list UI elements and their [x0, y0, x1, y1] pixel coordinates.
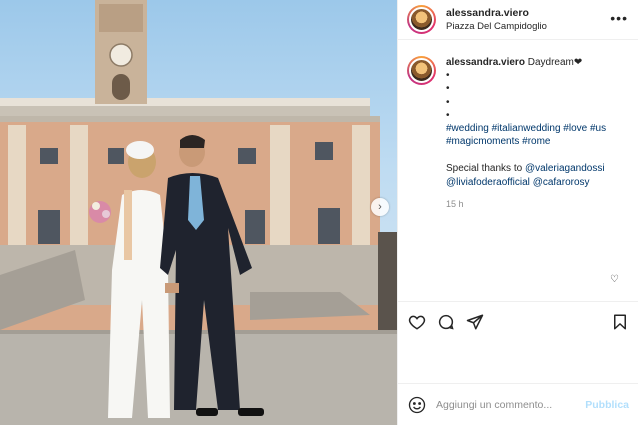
caption-thanks: Special thanks to @valeriagandossi @livia… [446, 162, 628, 188]
wedding-photo-illustration [0, 0, 397, 425]
caption-text: Daydream❤ [527, 57, 583, 68]
emoji-icon[interactable] [408, 396, 426, 414]
caption-bullet: • [446, 83, 450, 95]
heart-icon[interactable]: ♡ [610, 274, 619, 285]
more-horizontal-icon[interactable]: ••• [610, 10, 628, 30]
likes-area [398, 341, 638, 383]
post-sidebar: alessandra.viero Piazza Del Campidoglio … [397, 0, 638, 425]
post-header: alessandra.viero Piazza Del Campidoglio … [398, 0, 638, 40]
hashtags-line[interactable]: #wedding #italianwedding #love #us [446, 122, 628, 135]
caption: alessandra.viero Daydream❤ • • • • #wedd… [407, 56, 628, 211]
bookmark-icon[interactable] [610, 312, 630, 332]
mention-link[interactable]: @liviafoderaofficial [446, 177, 530, 188]
post-timestamp[interactable]: 15 h [446, 198, 628, 211]
heart-icon[interactable] [407, 312, 427, 332]
chevron-right-icon[interactable]: › [371, 198, 389, 216]
send-icon[interactable] [465, 312, 485, 332]
caption-bullet: • [446, 109, 450, 121]
mention-link[interactable]: @cafarorosy [533, 177, 590, 188]
author-username[interactable]: alessandra.viero [446, 7, 610, 19]
caption-bullet: • [446, 70, 450, 82]
mention-link[interactable]: @valeriagandossi [525, 163, 605, 174]
avatar[interactable] [407, 56, 436, 85]
comment-icon[interactable] [436, 312, 456, 332]
hashtags-line[interactable]: #magicmoments #rome [446, 135, 628, 148]
post-location[interactable]: Piazza Del Campidoglio [446, 21, 610, 32]
instagram-post: › alessandra.viero Piazza Del Campidogli… [0, 0, 638, 425]
comments-section: alessandra.viero Daydream❤ • • • • #wedd… [398, 40, 638, 301]
publish-button[interactable]: Pubblica [585, 399, 629, 411]
post-photo[interactable]: › [0, 0, 397, 425]
caption-bullet: • [446, 96, 450, 108]
avatar[interactable] [407, 5, 436, 34]
comment-input[interactable] [436, 398, 586, 411]
add-comment-bar: Pubblica [398, 383, 638, 425]
thanks-prefix: Special thanks to [446, 163, 525, 175]
action-bar [398, 301, 638, 341]
caption-username[interactable]: alessandra.viero [446, 57, 525, 68]
